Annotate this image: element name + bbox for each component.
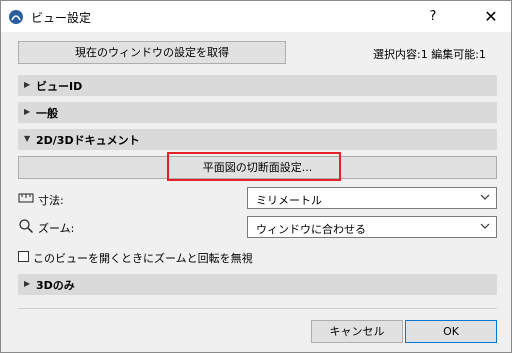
- chevron-right-icon: ▶: [24, 279, 31, 288]
- help-button[interactable]: ?: [423, 7, 443, 27]
- chevron-right-icon: ▶: [24, 80, 31, 89]
- section-view-id[interactable]: ▶ ビューID: [18, 75, 497, 96]
- dimensions-label: 寸法:: [38, 194, 64, 207]
- zoom-magnifier-icon: [19, 219, 34, 234]
- chevron-down-icon: [480, 223, 490, 229]
- section-general[interactable]: ▶ 一般: [18, 102, 497, 123]
- get-current-window-settings-button[interactable]: 現在のウィンドウの設定を取得: [18, 41, 286, 64]
- ignore-zoom-rotation-checkbox[interactable]: [18, 251, 29, 262]
- section-3d-only[interactable]: ▶ 3Dのみ: [18, 274, 497, 295]
- title-bar: ビュー設定 ? ✕: [1, 1, 511, 32]
- chevron-right-icon: ▶: [24, 107, 31, 116]
- section-label: 3Dのみ: [36, 279, 75, 292]
- ok-button[interactable]: OK: [405, 320, 497, 343]
- dimension-ruler-icon: [18, 193, 34, 203]
- dimensions-value: ミリメートル: [256, 194, 322, 207]
- chevron-down-icon: ▼: [24, 134, 31, 143]
- selection-info: 選択内容:1 編集可能:1: [373, 48, 486, 61]
- section-label: ビューID: [36, 80, 83, 93]
- zoom-select[interactable]: ウィンドウに合わせる: [247, 216, 497, 238]
- section-label: 一般: [36, 107, 58, 120]
- cancel-button[interactable]: キャンセル: [311, 320, 403, 343]
- highlight-box: [167, 152, 341, 181]
- archicad-app-icon: [9, 10, 23, 24]
- dimensions-select[interactable]: ミリメートル: [247, 187, 497, 209]
- view-settings-dialog: ビュー設定 ? ✕ 現在のウィンドウの設定を取得 選択内容:1 編集可能:1 ▶…: [0, 0, 512, 353]
- zoom-value: ウィンドウに合わせる: [256, 223, 366, 236]
- footer-divider: [18, 308, 497, 309]
- section-2d3d-document[interactable]: ▼ 2D/3Dドキュメント: [18, 129, 497, 150]
- section-label: 2D/3Dドキュメント: [36, 134, 140, 147]
- ignore-zoom-rotation-label: このビューを開くときにズームと回転を無視: [33, 252, 253, 265]
- window-title: ビュー設定: [31, 11, 92, 25]
- zoom-label: ズーム:: [38, 222, 75, 235]
- close-button[interactable]: ✕: [481, 7, 501, 27]
- chevron-down-icon: [480, 194, 490, 200]
